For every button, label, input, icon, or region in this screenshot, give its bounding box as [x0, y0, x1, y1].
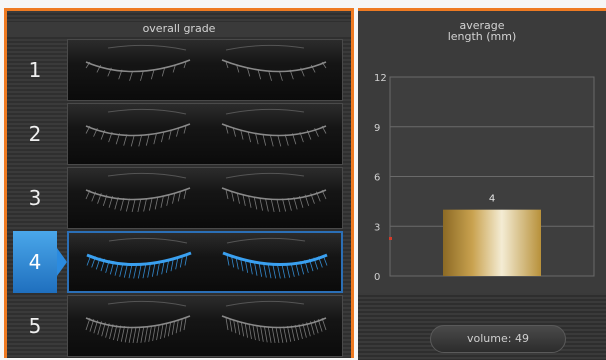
average-length-chart: 0 3 6 9 12 4	[374, 73, 595, 283]
grade-number-label: 4	[13, 231, 57, 293]
grade-option-4[interactable]: 4	[13, 231, 343, 293]
eyelash-icon	[86, 237, 328, 279]
chart-y-tick-label: 9	[374, 123, 380, 134]
chart-y-tick-label: 3	[374, 222, 380, 233]
grade-option-1[interactable]: 1	[13, 39, 343, 101]
grade-option-2[interactable]: 2	[13, 103, 343, 165]
average-length-chart-panel: average length (mm) 0 3 6 9 12 4	[358, 8, 606, 293]
volume-panel: volume: 49	[358, 293, 606, 360]
lash-grade-image	[67, 295, 343, 357]
overall-grade-panel: overall grade 1 2 3 4 5	[4, 8, 354, 358]
eyelash-icon	[85, 44, 327, 81]
grade-number-label: 1	[28, 58, 42, 82]
chart-y-tick-label: 6	[374, 173, 380, 184]
lash-grading-window: overall grade 12345 average length (mm) …	[0, 0, 606, 360]
lash-grade-image	[67, 39, 343, 101]
volume-readout: volume: 49	[430, 325, 566, 353]
chart-data-label: 4	[489, 194, 495, 205]
chart-y-ticks: 0 3 6 9 12	[374, 73, 387, 283]
overall-grade-title: overall grade	[7, 22, 351, 36]
lash-grade-image	[67, 167, 343, 229]
grade-number-label: 2	[28, 122, 42, 146]
eyelash-icon	[85, 108, 327, 147]
chart-marker	[389, 237, 392, 240]
grade-option-3[interactable]: 3	[13, 167, 343, 229]
grade-number-label: 3	[28, 186, 42, 210]
eyelash-icon	[85, 300, 327, 344]
eyelash-icon	[85, 172, 327, 213]
grade-number-label: 5	[28, 314, 42, 338]
selected-grade-arrow-icon	[57, 248, 67, 276]
chart-y-tick-label: 12	[374, 73, 387, 84]
lash-grade-image	[67, 231, 343, 293]
lash-grade-image	[67, 103, 343, 165]
grade-option-5[interactable]: 5	[13, 295, 343, 357]
overall-grade-title-text: overall grade	[142, 22, 216, 35]
chart-y-tick-label: 0	[374, 272, 380, 283]
chart-bar	[443, 209, 541, 276]
